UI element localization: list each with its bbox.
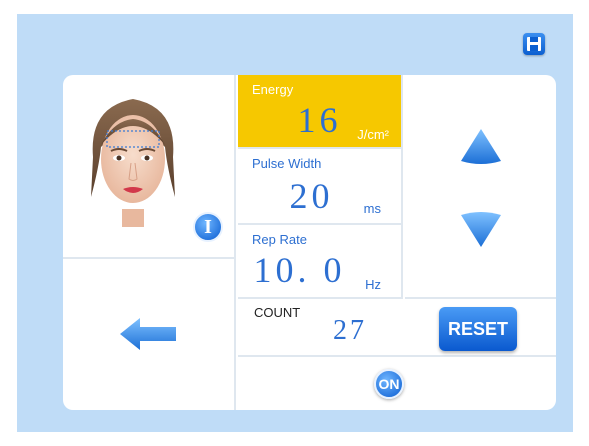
back-button[interactable]: [63, 259, 236, 410]
energy-parameter[interactable]: Energy 16 J/cm²: [238, 75, 403, 149]
increase-button[interactable]: [459, 127, 503, 165]
pulse-width-parameter[interactable]: Pulse Width 20 ms: [238, 149, 403, 225]
rep-rate-parameter[interactable]: Rep Rate 10. 0 Hz: [238, 225, 403, 299]
counter-cell: COUNT 27 RESET: [238, 299, 556, 357]
face-treatment-area-image: [91, 99, 175, 227]
rep-rate-unit: Hz: [365, 277, 381, 292]
arrow-left-icon: [120, 318, 176, 350]
count-label: COUNT: [254, 305, 301, 320]
on-button[interactable]: ON: [374, 369, 404, 399]
triangle-up-icon: [460, 129, 501, 164]
rep-rate-value: 10. 0: [253, 250, 346, 290]
save-icon: [527, 37, 541, 51]
adjust-cell: [405, 75, 556, 299]
main-panel: I Energy 16 J/cm² Pulse Width 20 ms Rep …: [63, 75, 556, 410]
energy-label: Energy: [252, 82, 294, 97]
power-cell: ON: [238, 357, 556, 410]
reset-button[interactable]: RESET: [439, 307, 517, 351]
triangle-down-icon: [460, 212, 501, 247]
info-button[interactable]: I: [193, 212, 223, 242]
pulse-width-label: Pulse Width: [252, 156, 322, 171]
rep-rate-label: Rep Rate: [252, 232, 307, 247]
pulse-width-unit: ms: [363, 201, 381, 216]
energy-unit: J/cm²: [357, 127, 389, 142]
save-button[interactable]: [523, 33, 545, 55]
count-value: 27: [333, 315, 367, 346]
decrease-button[interactable]: [459, 209, 503, 249]
treatment-area-cell: I: [63, 75, 236, 259]
